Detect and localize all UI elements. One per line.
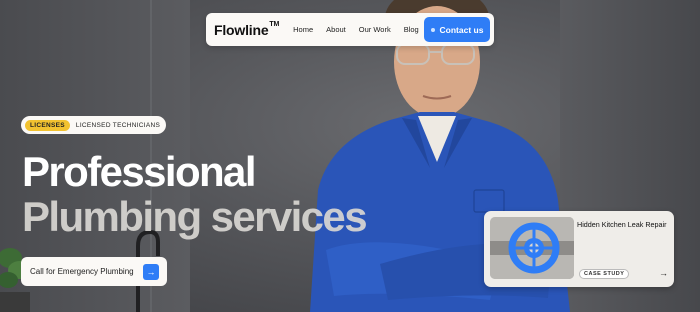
licensed-technicians-text: LICENSED TECHNICIANS <box>75 121 161 129</box>
arrow-right-icon: → <box>659 268 668 278</box>
case-study-thumbnail <box>490 217 574 279</box>
contact-us-button[interactable]: Contact us <box>424 17 490 42</box>
nav-links: Home About Our Work Blog <box>293 25 419 34</box>
brand-logo[interactable]: FlowlineTM <box>214 20 280 38</box>
headline-line-1: Professional <box>22 148 256 195</box>
nav-link-blog[interactable]: Blog <box>404 25 419 34</box>
case-study-tag: CASE STUDY <box>579 269 630 279</box>
brand-name: Flowline <box>214 21 269 38</box>
dot-icon <box>430 27 435 32</box>
licensed-badge: LICENSES LICENSED TECHNICIANS <box>21 116 167 134</box>
case-study-title: Hidden Kitchen Leak Repair <box>577 220 667 229</box>
top-navbar: FlowlineTM Home About Our Work Blog Cont… <box>206 13 494 46</box>
trademark-mark: TM <box>269 20 280 28</box>
emergency-plumbing-label: Call for Emergency Plumbing <box>30 267 134 276</box>
hero-section: FlowlineTM Home About Our Work Blog Cont… <box>0 0 700 312</box>
contact-us-label: Contact us <box>439 24 484 35</box>
nav-link-about[interactable]: About <box>326 25 346 34</box>
arrow-right-icon: → <box>143 263 159 280</box>
nav-link-our-work[interactable]: Our Work <box>359 25 391 34</box>
emergency-plumbing-button[interactable]: Call for Emergency Plumbing → <box>21 257 167 286</box>
licenses-pill: LICENSES <box>25 119 70 131</box>
nav-link-home[interactable]: Home <box>293 25 313 34</box>
case-study-card[interactable]: Hidden Kitchen Leak Repair CASE STUDY → <box>484 211 674 287</box>
headline-line-2: Plumbing services <box>22 193 368 240</box>
